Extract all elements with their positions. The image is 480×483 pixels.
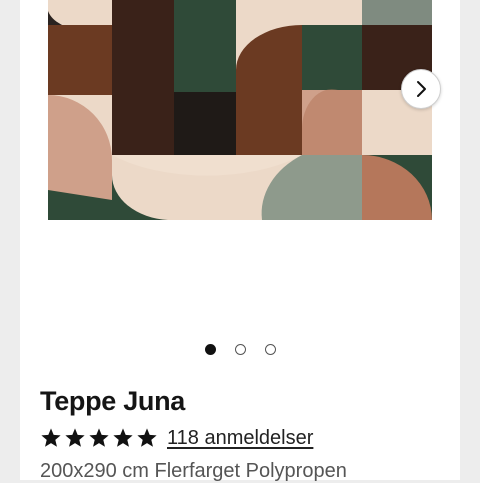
star-icon <box>88 427 110 449</box>
star-icon <box>112 427 134 449</box>
carousel-dot-1[interactable] <box>204 343 216 355</box>
reviews-link[interactable]: 118 anmeldelser <box>167 427 313 450</box>
carousel-dot-3[interactable] <box>264 343 276 355</box>
product-title: Teppe Juna <box>40 386 186 416</box>
star-icon <box>40 427 62 449</box>
next-image-button[interactable] <box>401 69 441 109</box>
rating-row: 118 anmeldelser <box>40 424 313 452</box>
carousel-dots <box>0 341 480 357</box>
star-icon <box>136 427 158 449</box>
carousel-dot-2[interactable] <box>234 343 246 355</box>
star-icon <box>64 427 86 449</box>
star-rating <box>40 427 158 449</box>
product-image[interactable] <box>48 0 432 220</box>
chevron-right-icon <box>417 81 426 97</box>
